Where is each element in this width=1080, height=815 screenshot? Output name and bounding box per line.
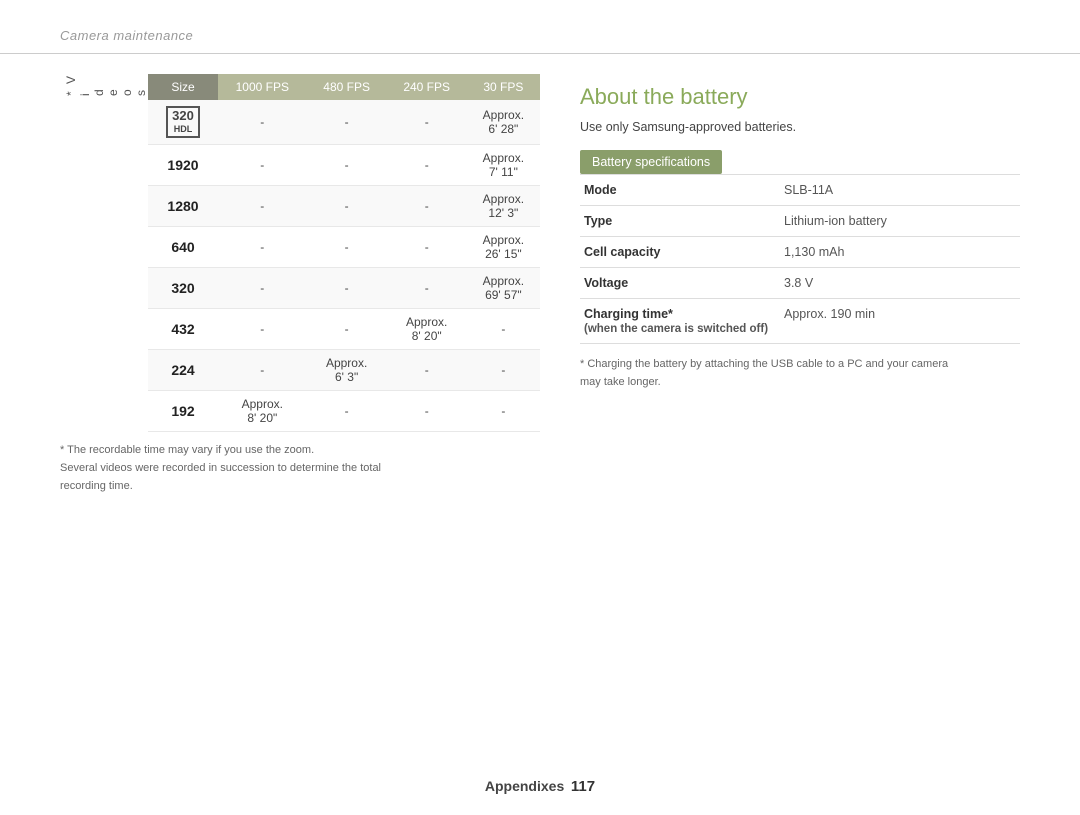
col-header-240fps: 240 FPS [387, 74, 467, 100]
data-cell: - [218, 350, 307, 391]
data-cell: Approx. 69' 57" [467, 268, 540, 309]
page-container: Camera maintenance * Videos Size 1000 FP… [0, 0, 1080, 815]
table-wrapper: * Videos Size 1000 FPS 480 FPS 240 FPS 3… [60, 74, 540, 432]
data-cell: Approx. 8' 20" [218, 391, 307, 432]
data-cell: Approx. 6' 3" [307, 350, 387, 391]
data-cell: - [387, 186, 467, 227]
table-row: 192Approx. 8' 20"--- [148, 391, 540, 432]
table-row: 432--Approx. 8' 20"- [148, 309, 540, 350]
size-cell: 640 [148, 227, 218, 268]
table-row: 1280---Approx. 12' 3" [148, 186, 540, 227]
data-cell: - [387, 268, 467, 309]
data-cell: - [467, 350, 540, 391]
spec-row: Charging time*(when the camera is switch… [580, 299, 1020, 344]
right-column: About the battery Use only Samsung-appro… [580, 74, 1020, 495]
data-cell: - [307, 100, 387, 145]
page-footer: Appendixes 117 [0, 778, 1080, 795]
size-cell: 320HDL [148, 100, 218, 145]
table-row: 1920---Approx. 7' 11" [148, 145, 540, 186]
battery-note: * Charging the battery by attaching the … [580, 356, 1020, 391]
data-cell: - [387, 100, 467, 145]
spec-value: Lithium-ion battery [780, 206, 1020, 237]
table-note: * The recordable time may vary if you us… [60, 442, 540, 495]
side-vertical-label: * Videos [60, 74, 148, 106]
specs-table: ModeSLB-11ATypeLithium-ion batteryCell c… [580, 174, 1020, 344]
data-cell: - [218, 186, 307, 227]
spec-value: 1,130 mAh [780, 237, 1020, 268]
data-cell: - [307, 391, 387, 432]
battery-specs-header: Battery specifications [580, 150, 722, 174]
size-cell: 192 [148, 391, 218, 432]
footer-label: Appendixes [485, 778, 564, 794]
data-cell: Approx. 12' 3" [467, 186, 540, 227]
data-cell: - [387, 145, 467, 186]
data-cell: - [307, 268, 387, 309]
data-cell: - [218, 145, 307, 186]
data-cell: - [218, 100, 307, 145]
data-cell: - [218, 268, 307, 309]
size-cell: 224 [148, 350, 218, 391]
video-table: Size 1000 FPS 480 FPS 240 FPS 30 FPS 320… [148, 74, 540, 432]
col-header-1000fps: 1000 FPS [218, 74, 307, 100]
spec-value: Approx. 190 min [780, 299, 1020, 344]
data-cell: - [467, 391, 540, 432]
left-column: * Videos Size 1000 FPS 480 FPS 240 FPS 3… [60, 74, 540, 495]
data-cell: Approx. 7' 11" [467, 145, 540, 186]
spec-row: Cell capacity1,130 mAh [580, 237, 1020, 268]
battery-title: About the battery [580, 84, 1020, 110]
data-cell: - [307, 227, 387, 268]
table-row: 320---Approx. 69' 57" [148, 268, 540, 309]
data-cell: - [387, 227, 467, 268]
data-cell: Approx. 8' 20" [387, 309, 467, 350]
spec-row: Voltage3.8 V [580, 268, 1020, 299]
spec-label: Charging time*(when the camera is switch… [580, 299, 780, 344]
spec-value: SLB-11A [780, 175, 1020, 206]
size-cell: 432 [148, 309, 218, 350]
data-cell: - [387, 391, 467, 432]
spec-label: Mode [580, 175, 780, 206]
col-header-size: Size [148, 74, 218, 100]
data-cell: - [218, 309, 307, 350]
data-cell: - [307, 186, 387, 227]
data-cell: - [467, 309, 540, 350]
col-header-30fps: 30 FPS [467, 74, 540, 100]
data-cell: Approx. 26' 15" [467, 227, 540, 268]
table-row: 320HDL---Approx. 6' 28" [148, 100, 540, 145]
spec-row: ModeSLB-11A [580, 175, 1020, 206]
footer-page: 117 [571, 778, 595, 795]
spec-label: Type [580, 206, 780, 237]
spec-value: 3.8 V [780, 268, 1020, 299]
data-cell: - [307, 309, 387, 350]
spec-row: TypeLithium-ion battery [580, 206, 1020, 237]
spec-label: Cell capacity [580, 237, 780, 268]
section-title: Camera maintenance [60, 28, 193, 43]
data-cell: Approx. 6' 28" [467, 100, 540, 145]
table-row: 224-Approx. 6' 3"-- [148, 350, 540, 391]
data-cell: - [218, 227, 307, 268]
header-section: Camera maintenance [0, 0, 1080, 54]
table-row: 640---Approx. 26' 15" [148, 227, 540, 268]
data-cell: - [387, 350, 467, 391]
size-cell: 1280 [148, 186, 218, 227]
main-content: * Videos Size 1000 FPS 480 FPS 240 FPS 3… [0, 54, 1080, 515]
size-cell: 1920 [148, 145, 218, 186]
col-header-480fps: 480 FPS [307, 74, 387, 100]
data-cell: - [307, 145, 387, 186]
size-cell: 320 [148, 268, 218, 309]
spec-label: Voltage [580, 268, 780, 299]
battery-subtitle: Use only Samsung-approved batteries. [580, 120, 1020, 134]
